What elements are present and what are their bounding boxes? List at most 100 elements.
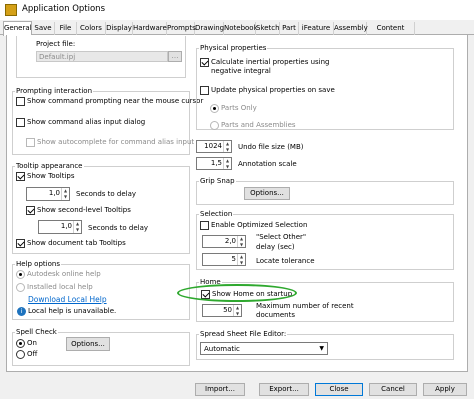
max-recent-label-1: Maximum number of recent [256, 302, 354, 310]
second-delay-spinner[interactable]: 1,0 ▲ ▼ [38, 220, 82, 234]
folder-browse-icon[interactable]: … [168, 51, 182, 62]
calc-inertial-label: Calculate inertial properties using nega… [211, 58, 330, 75]
tab-part[interactable]: Part [280, 22, 299, 35]
select-other-delay-spinner[interactable]: 2,0 ▲ ▼ [202, 235, 246, 248]
tooltip-delay-spinner[interactable]: 1,0 ▲ ▼ [26, 187, 70, 201]
parts-only-label: Parts Only [221, 104, 257, 112]
help-title: Help options [15, 260, 61, 268]
undo-size-value: 1024 [204, 142, 222, 150]
online-help-label: Autodesk online help [27, 270, 101, 278]
locate-tolerance-label: Locate tolerance [256, 257, 315, 265]
grip-options-button[interactable]: Options... [244, 187, 290, 200]
spinner-arrows-icon[interactable]: ▲ ▼ [223, 141, 231, 152]
app-icon [5, 4, 17, 16]
chevron-down-icon: ▼ [319, 345, 324, 352]
project-file-value: Default.ipj [39, 53, 76, 61]
tab-display[interactable]: Display [106, 22, 133, 35]
spell-on-radio[interactable] [16, 339, 25, 348]
spreadsheet-select[interactable]: Automatic ▼ [200, 342, 328, 355]
spell-off-radio[interactable] [16, 350, 25, 359]
spell-options-button[interactable]: Options... [66, 337, 110, 351]
tab-assembly[interactable]: Assembly [334, 22, 368, 35]
apply-button[interactable]: Apply [423, 383, 467, 396]
spell-off-label: Off [27, 350, 38, 358]
cancel-button[interactable]: Cancel [369, 383, 417, 396]
tab-colors[interactable]: Colors [77, 22, 106, 35]
tooltip-title: Tooltip appearance [15, 162, 84, 170]
annotation-scale-spinner[interactable]: 1,5 ▲ ▼ [196, 157, 232, 170]
tab-save[interactable]: Save [32, 22, 55, 35]
tab-general[interactable]: General [3, 21, 32, 36]
select-other-label-1: "Select Other" [256, 233, 307, 241]
show-second-level-label: Show second-level Tooltips [37, 206, 131, 214]
show-prompting-checkbox[interactable] [16, 97, 25, 106]
update-on-save-label: Update physical properties on save [211, 86, 335, 94]
window-title: Application Options [22, 4, 105, 14]
spreadsheet-value: Automatic [204, 345, 240, 353]
installed-help-radio[interactable] [16, 283, 25, 292]
export-button[interactable]: Export... [259, 383, 309, 396]
show-doc-tab-label: Show document tab Tooltips [27, 239, 126, 247]
show-doc-tab-checkbox[interactable] [16, 239, 25, 248]
tab-notebook[interactable]: Notebook [224, 22, 258, 35]
max-recent-label-2: documents [256, 311, 295, 319]
show-tooltips-label: Show Tooltips [27, 172, 75, 180]
show-autocomplete-label: Show autocomplete for command alias inpu… [37, 138, 195, 146]
select-other-delay-value: 2,0 [224, 237, 236, 245]
highlight-ellipse [177, 284, 297, 302]
spinner-arrows-icon[interactable]: ▲ ▼ [237, 236, 245, 247]
close-button[interactable]: Close [315, 383, 363, 396]
installed-help-label: Installed local help [27, 283, 93, 291]
show-prompting-label: Show command prompting near the mouse cu… [27, 97, 204, 105]
download-help-link[interactable]: Download Local Help [28, 295, 107, 304]
show-alias-checkbox[interactable] [16, 118, 25, 127]
show-tooltips-checkbox[interactable] [16, 172, 25, 181]
spinner-arrows-icon[interactable]: ▲ ▼ [73, 221, 81, 233]
spell-on-label: On [27, 339, 37, 347]
import-button[interactable]: Import... [195, 383, 245, 396]
spell-title: Spell Check [15, 328, 58, 336]
tab-ifeature[interactable]: iFeature [299, 22, 334, 35]
title-bar: Application Options [0, 0, 474, 20]
undo-size-spinner[interactable]: 1024 ▲ ▼ [196, 140, 232, 153]
parts-assemblies-radio[interactable] [210, 121, 219, 130]
physical-title: Physical properties [199, 44, 268, 52]
tab-file[interactable]: File [55, 22, 77, 35]
max-recent-value: 50 [223, 306, 232, 314]
undo-size-label: Undo file size (MB) [238, 143, 304, 151]
max-recent-spinner[interactable]: 50 ▲ ▼ [202, 304, 242, 317]
spinner-arrows-icon[interactable]: ▲ ▼ [223, 158, 231, 169]
tooltip-delay-value: 1,0 [48, 189, 60, 197]
show-autocomplete-checkbox[interactable] [26, 138, 35, 147]
second-delay-value: 1,0 [60, 222, 72, 230]
tab-prompts[interactable]: Prompts [167, 22, 196, 35]
info-icon: i [17, 307, 26, 316]
project-file-field: Default.ipj [36, 51, 168, 62]
annotation-scale-label: Annotation scale [238, 160, 297, 168]
spinner-arrows-icon[interactable]: ▲ ▼ [237, 254, 245, 265]
update-on-save-checkbox[interactable] [200, 86, 209, 95]
tab-content-center[interactable]: Content Center [367, 22, 415, 45]
tab-drawing[interactable]: Drawing [195, 22, 224, 35]
spinner-arrows-icon[interactable]: ▲ ▼ [61, 188, 69, 200]
grip-title: Grip Snap [199, 177, 236, 185]
calc-inertial-checkbox[interactable] [200, 58, 209, 67]
tooltip-delay-label: Seconds to delay [76, 190, 137, 198]
tab-sketch[interactable]: Sketch [256, 22, 280, 35]
spreadsheet-title: Spread Sheet File Editor: [199, 330, 288, 338]
locate-tolerance-spinner[interactable]: 5 ▲ ▼ [202, 253, 246, 266]
second-delay-label: Seconds to delay [88, 224, 149, 232]
parts-assemblies-label: Parts and Assemblies [221, 121, 296, 129]
tab-hardware[interactable]: Hardware [133, 22, 167, 35]
help-unavailable-label: Local help is unavailable. [28, 307, 117, 315]
selection-title: Selection [199, 210, 234, 218]
enable-optimized-label: Enable Optimized Selection [211, 221, 308, 229]
parts-only-radio[interactable] [210, 104, 219, 113]
spinner-arrows-icon[interactable]: ▲ ▼ [233, 305, 241, 316]
locate-tolerance-value: 5 [231, 255, 236, 263]
project-file-label: Project file: [36, 40, 76, 48]
enable-optimized-checkbox[interactable] [200, 221, 209, 230]
show-second-level-checkbox[interactable] [26, 206, 35, 215]
prompting-title: Prompting interaction [15, 87, 94, 95]
online-help-radio[interactable] [16, 270, 25, 279]
